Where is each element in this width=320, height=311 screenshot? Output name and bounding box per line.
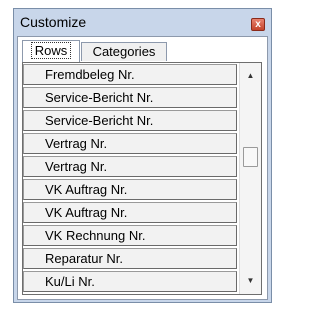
customize-window: Customize x Rows Categories Fremdbeleg N… [13, 8, 272, 303]
rows-list-items: Fremdbeleg Nr. Service-Bericht Nr. Servi… [23, 63, 237, 292]
vertical-scrollbar[interactable]: ▲ ▼ [239, 63, 261, 294]
list-item[interactable]: Ku/Li Nr. [23, 271, 237, 292]
arrow-down-icon: ▼ [246, 276, 255, 285]
tab-rows[interactable]: Rows [22, 40, 80, 63]
tab-rows-label: Rows [30, 42, 72, 59]
list-item[interactable]: Vertrag Nr. [23, 156, 237, 177]
list-item[interactable]: VK Auftrag Nr. [23, 202, 237, 223]
list-item[interactable]: Service-Bericht Nr. [23, 87, 237, 108]
scroll-up-button[interactable]: ▲ [240, 67, 261, 85]
rows-list: Fremdbeleg Nr. Service-Bericht Nr. Servi… [22, 62, 262, 295]
list-item[interactable]: VK Auftrag Nr. [23, 179, 237, 200]
list-item[interactable]: Vertrag Nr. [23, 133, 237, 154]
scroll-down-button[interactable]: ▼ [240, 272, 261, 290]
list-item[interactable]: Fremdbeleg Nr. [23, 64, 237, 85]
tab-categories[interactable]: Categories [81, 42, 167, 61]
list-item[interactable]: Reparatur Nr. [23, 248, 237, 269]
window-title: Customize [20, 14, 87, 30]
arrow-up-icon: ▲ [246, 71, 255, 80]
tab-panel: Rows Categories Fremdbeleg Nr. Service-B… [17, 36, 268, 300]
list-item[interactable]: VK Rechnung Nr. [23, 225, 237, 246]
close-button[interactable]: x [251, 18, 265, 31]
close-icon: x [255, 19, 261, 30]
list-item[interactable]: Service-Bericht Nr. [23, 110, 237, 131]
title-bar[interactable]: Customize x [14, 9, 271, 36]
scroll-thumb[interactable] [243, 147, 258, 167]
tab-categories-label: Categories [92, 44, 156, 59]
